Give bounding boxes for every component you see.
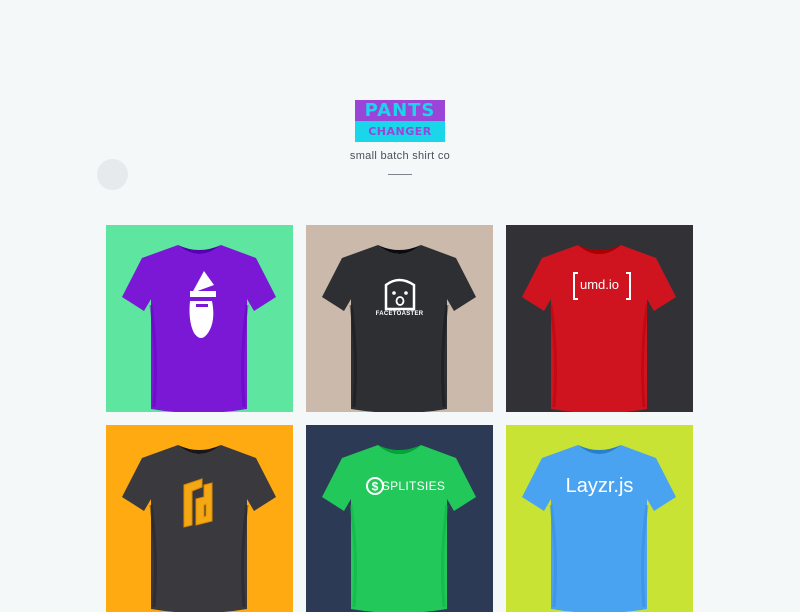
tshirt-icon <box>522 445 676 612</box>
tshirt-icon <box>322 245 476 412</box>
tshirt-icon <box>122 245 276 412</box>
product-tile-layzr[interactable]: Layzr.js <box>506 425 693 612</box>
product-tile-umd[interactable]: umd.io <box>506 225 693 412</box>
header-divider <box>388 174 412 175</box>
product-tile-facetoaster[interactable]: FACETOASTER <box>306 225 493 412</box>
shirt-print-label: umd.io <box>579 277 620 292</box>
rb-monogram-icon <box>183 478 213 528</box>
brand-logo[interactable]: PANTS CHANGER <box>355 100 445 142</box>
tshirt-icon <box>522 245 676 412</box>
circle-icon[interactable] <box>97 159 128 190</box>
brand-tagline: small batch shirt co <box>349 150 451 162</box>
product-tile-splitsies[interactable]: $ SPLITSIES <box>306 425 493 612</box>
product-tile-wizard[interactable] <box>106 225 293 412</box>
product-tile-rb[interactable] <box>106 425 293 612</box>
logo-word-top: PANTS <box>355 100 445 121</box>
shirt-print-label: Layzr.js <box>565 475 634 497</box>
shirt-print-label: FACETOASTER <box>375 311 424 317</box>
logo-word-bottom: CHANGER <box>355 121 445 142</box>
shirt-print-label: SPLITSIES <box>381 479 446 493</box>
tshirt-icon <box>122 445 276 612</box>
tshirt-icon: $ <box>322 445 476 612</box>
